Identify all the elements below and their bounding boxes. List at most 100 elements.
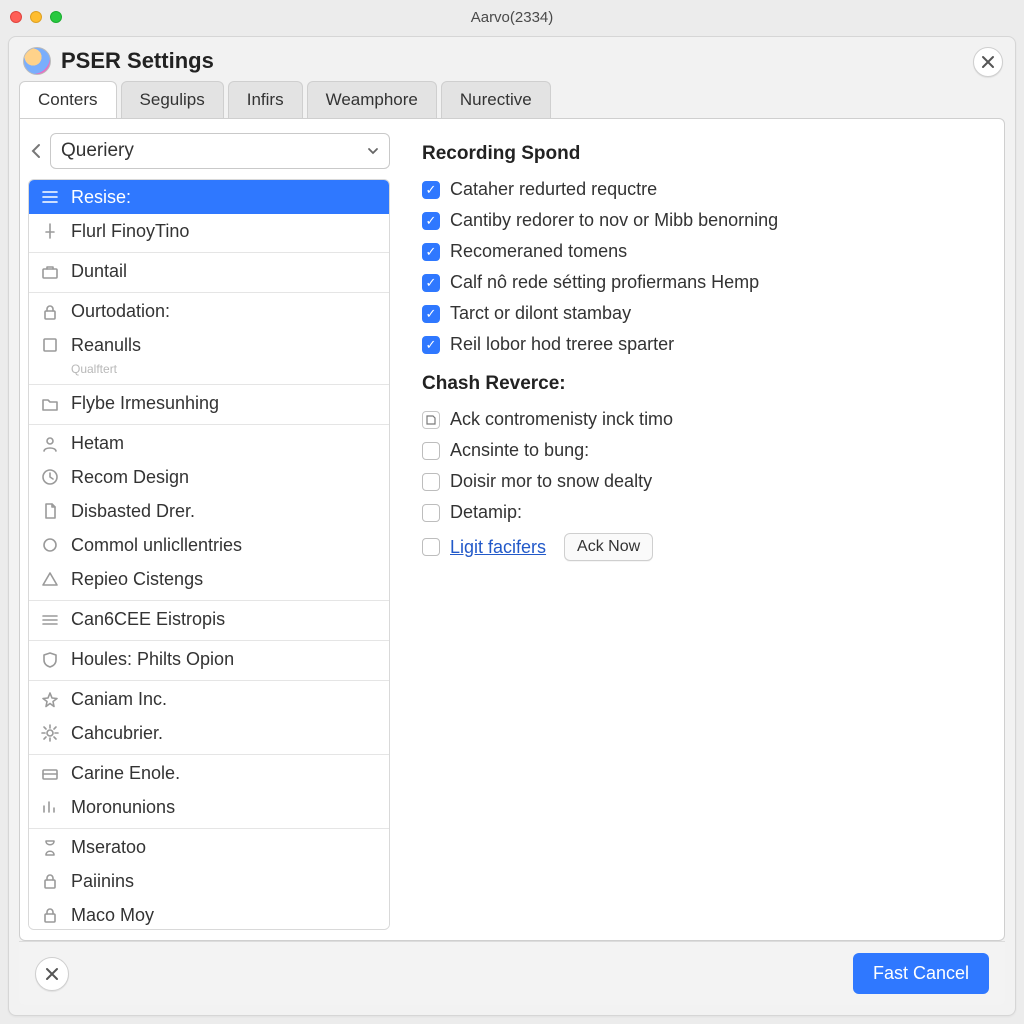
gear-icon: [41, 724, 61, 742]
filter-combobox[interactable]: Queriery: [50, 133, 390, 169]
footer-close-button[interactable]: [35, 957, 69, 991]
detail-pane: Recording Spond ✓ Cataher redurted requct…: [398, 119, 1004, 940]
option-row: ✓Recomeraned tomens: [422, 241, 980, 262]
back-button[interactable]: [28, 143, 44, 159]
tree-item[interactable]: Commol unlicllentries: [29, 528, 389, 562]
tree-item[interactable]: Flurl FinoyTino: [29, 214, 389, 248]
chart-icon: [41, 798, 59, 816]
checkbox[interactable]: [422, 442, 440, 460]
close-icon: [45, 967, 59, 981]
checkbox[interactable]: ✓: [422, 336, 440, 354]
option-link[interactable]: Ligit facifers: [450, 537, 546, 558]
checkbox[interactable]: [422, 504, 440, 522]
shield-icon: [41, 651, 61, 669]
close-button[interactable]: [973, 47, 1003, 77]
checkbox[interactable]: ✓: [422, 243, 440, 261]
chart-icon: [41, 798, 61, 816]
tree-item[interactable]: Hetam: [29, 424, 389, 460]
person-icon: [41, 435, 61, 453]
tree-item-label: Caniam Inc.: [71, 689, 167, 710]
star-icon: [41, 691, 59, 709]
square-icon: [41, 336, 61, 354]
tree-item[interactable]: Maco Moy: [29, 898, 389, 930]
tab-nurective[interactable]: Nurective: [441, 81, 551, 118]
tree-item-label: Recom Design: [71, 467, 189, 488]
tree-item[interactable]: Duntail: [29, 252, 389, 288]
category-tree[interactable]: Resise: Flurl FinoyTino Duntail Ourtodation…: [28, 179, 390, 930]
primary-action-button[interactable]: Fast Cancel: [853, 953, 989, 994]
traffic-zoom-icon[interactable]: [50, 11, 62, 23]
tree-item[interactable]: Recom Design: [29, 460, 389, 494]
checkbox[interactable]: [422, 473, 440, 491]
window-header: PSER Settings: [9, 37, 1015, 81]
option-row: ✓Tarct or dilont stambay: [422, 303, 980, 324]
shield-icon: [41, 651, 59, 669]
option-row: ✓ Cantiby redorer to nov or Mibb benornin…: [422, 210, 980, 231]
tree-item[interactable]: Moronunions: [29, 790, 389, 824]
card-icon: [41, 765, 59, 783]
tree-item[interactable]: Mseratoo: [29, 828, 389, 864]
traffic-close-icon[interactable]: [10, 11, 22, 23]
tab-infirs[interactable]: Infirs: [228, 81, 303, 118]
tree-item-label: Moronunions: [71, 797, 175, 818]
tree-item[interactable]: Carine Enole.: [29, 754, 389, 790]
option-row: Detamip:: [422, 502, 980, 523]
card-icon: [41, 765, 61, 783]
checkbox[interactable]: ✓: [422, 181, 440, 199]
tree-item-subtitle: Qualftert: [29, 362, 389, 380]
tree-item[interactable]: Resise:: [29, 180, 389, 214]
tree-item[interactable]: Can6CEE Eistropis: [29, 600, 389, 636]
menu-icon: [41, 188, 61, 206]
checkbox[interactable]: [422, 538, 440, 556]
briefcase-icon: [41, 263, 61, 281]
tab-weamphore[interactable]: Weamphore: [307, 81, 437, 118]
tree-item-label: Hetam: [71, 433, 124, 454]
tree-item-label: Duntail: [71, 261, 127, 282]
filter-value: Queriery: [61, 140, 134, 162]
option-row: ✓Reil lobor hod treree sparter: [422, 334, 980, 355]
tree-item[interactable]: Cahcubrier.: [29, 716, 389, 750]
option-label: Detamip:: [450, 502, 522, 523]
triangle-icon: [41, 570, 59, 588]
sidebar: Queriery Resise: Flurl FinoyTino Duntail Ou…: [20, 119, 398, 940]
lock-icon: [41, 906, 59, 924]
tab-conters[interactable]: Conters: [19, 81, 117, 118]
window-title: PSER Settings: [61, 48, 214, 74]
checkbox[interactable]: ✓: [422, 305, 440, 323]
tree-item-label: Repieo Cistengs: [71, 569, 203, 590]
tree-item[interactable]: Houles: Philts Opion: [29, 640, 389, 676]
tree-item[interactable]: Ourtodation:: [29, 292, 389, 328]
tab-segulips[interactable]: Segulips: [121, 81, 224, 118]
checkbox[interactable]: ✓: [422, 274, 440, 292]
pin-icon: [41, 222, 59, 240]
save-icon[interactable]: [422, 411, 440, 429]
tree-item[interactable]: Repieo Cistengs: [29, 562, 389, 596]
tree-item-label: Mseratoo: [71, 837, 146, 858]
checkbox[interactable]: ✓: [422, 212, 440, 230]
footer-bar: Fast Cancel: [19, 941, 1005, 1005]
tab-bar: ContersSegulipsInfirsWeamphoreNurective: [9, 81, 1015, 118]
doc-icon: [41, 502, 59, 520]
app-icon: [23, 47, 51, 75]
ack-now-button[interactable]: Ack Now: [564, 533, 653, 561]
section-title-recording: Recording Spond: [422, 143, 980, 165]
lock-icon: [41, 872, 61, 890]
tree-item[interactable]: Flybe Irmesunhing: [29, 384, 389, 420]
option-row: Doisir mor to snow dealty: [422, 471, 980, 492]
tree-item[interactable]: Caniam Inc.: [29, 680, 389, 716]
option-label: Cantiby redorer to nov or Mibb benorning: [450, 210, 778, 231]
circle-icon: [41, 536, 59, 554]
option-label: Cataher redurted requctre: [450, 179, 657, 200]
mac-title: Aarvo(2334): [0, 9, 1024, 26]
tree-item-label: Resise:: [71, 187, 131, 208]
tree-item[interactable]: Disbasted Drer.: [29, 494, 389, 528]
tree-item-label: Disbasted Drer.: [71, 501, 195, 522]
clock-icon: [41, 468, 59, 486]
hourglass-icon: [41, 839, 61, 857]
clock-icon: [41, 468, 61, 486]
tree-item[interactable]: Paiinins: [29, 864, 389, 898]
tree-item-label: Paiinins: [71, 871, 134, 892]
tree-item[interactable]: Reanulls: [29, 328, 389, 362]
traffic-minimize-icon[interactable]: [30, 11, 42, 23]
chevron-down-icon: [367, 146, 379, 156]
